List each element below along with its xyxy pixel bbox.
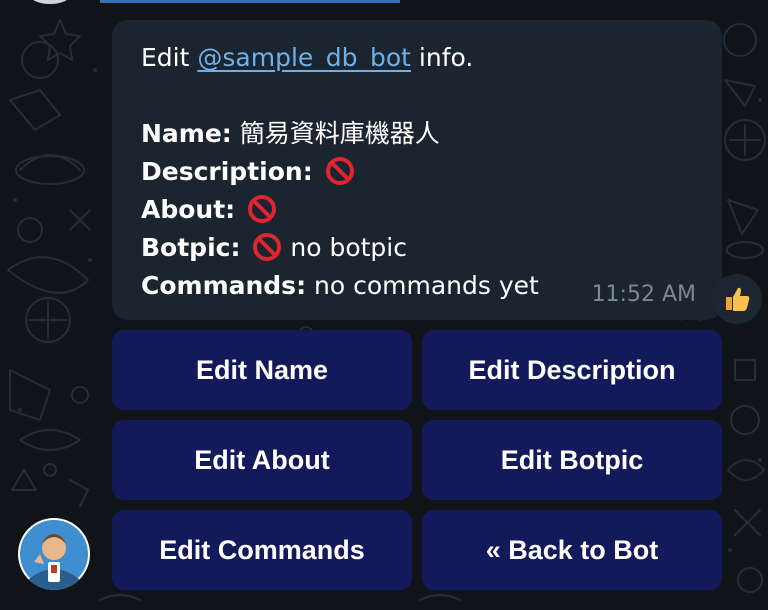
- name-value: 簡易資料庫機器人: [239, 119, 440, 148]
- commands-value: no commands yet: [314, 271, 539, 300]
- bot-avatar[interactable]: [18, 518, 90, 590]
- description-line: Description:: [141, 153, 693, 191]
- prohibited-icon: [247, 194, 277, 224]
- edit-name-button[interactable]: Edit Name: [112, 330, 412, 410]
- message-time: 11:52 AM: [591, 282, 696, 307]
- previous-message-underline: [100, 0, 400, 3]
- previous-avatar: [30, 0, 70, 4]
- reaction-button[interactable]: [712, 274, 762, 324]
- edit-commands-button[interactable]: Edit Commands: [112, 510, 412, 590]
- commands-label: Commands:: [141, 271, 307, 300]
- about-label: About:: [141, 195, 236, 224]
- botpic-value: no botpic: [290, 233, 407, 262]
- edit-description-button[interactable]: Edit Description: [422, 330, 722, 410]
- intro-line: Edit @sample_db_bot info.: [141, 39, 693, 77]
- previous-message-edge: [0, 0, 768, 6]
- description-label: Description:: [141, 157, 313, 186]
- name-line: Name: 簡易資料庫機器人: [141, 115, 693, 153]
- edit-botpic-button[interactable]: Edit Botpic: [422, 420, 722, 500]
- about-line: About:: [141, 191, 693, 229]
- botpic-line: Botpic: no botpic: [141, 229, 693, 267]
- intro-prefix: Edit: [141, 43, 198, 72]
- name-label: Name:: [141, 119, 232, 148]
- back-to-bot-button[interactable]: « Back to Bot: [422, 510, 722, 590]
- edit-about-button[interactable]: Edit About: [112, 420, 412, 500]
- bot-handle-link[interactable]: @sample_db_bot: [197, 43, 411, 72]
- prohibited-icon: [252, 232, 282, 262]
- botpic-label: Botpic:: [141, 233, 241, 262]
- message-bubble: Edit @sample_db_bot info. Name: 簡易資料庫機器人…: [112, 20, 722, 320]
- bot-avatar-image: [20, 520, 88, 590]
- intro-suffix: info.: [410, 43, 474, 72]
- thumbs-up-icon: [726, 287, 750, 311]
- prohibited-icon: [325, 156, 355, 186]
- chat-view: Edit @sample_db_bot info. Name: 簡易資料庫機器人…: [0, 0, 768, 610]
